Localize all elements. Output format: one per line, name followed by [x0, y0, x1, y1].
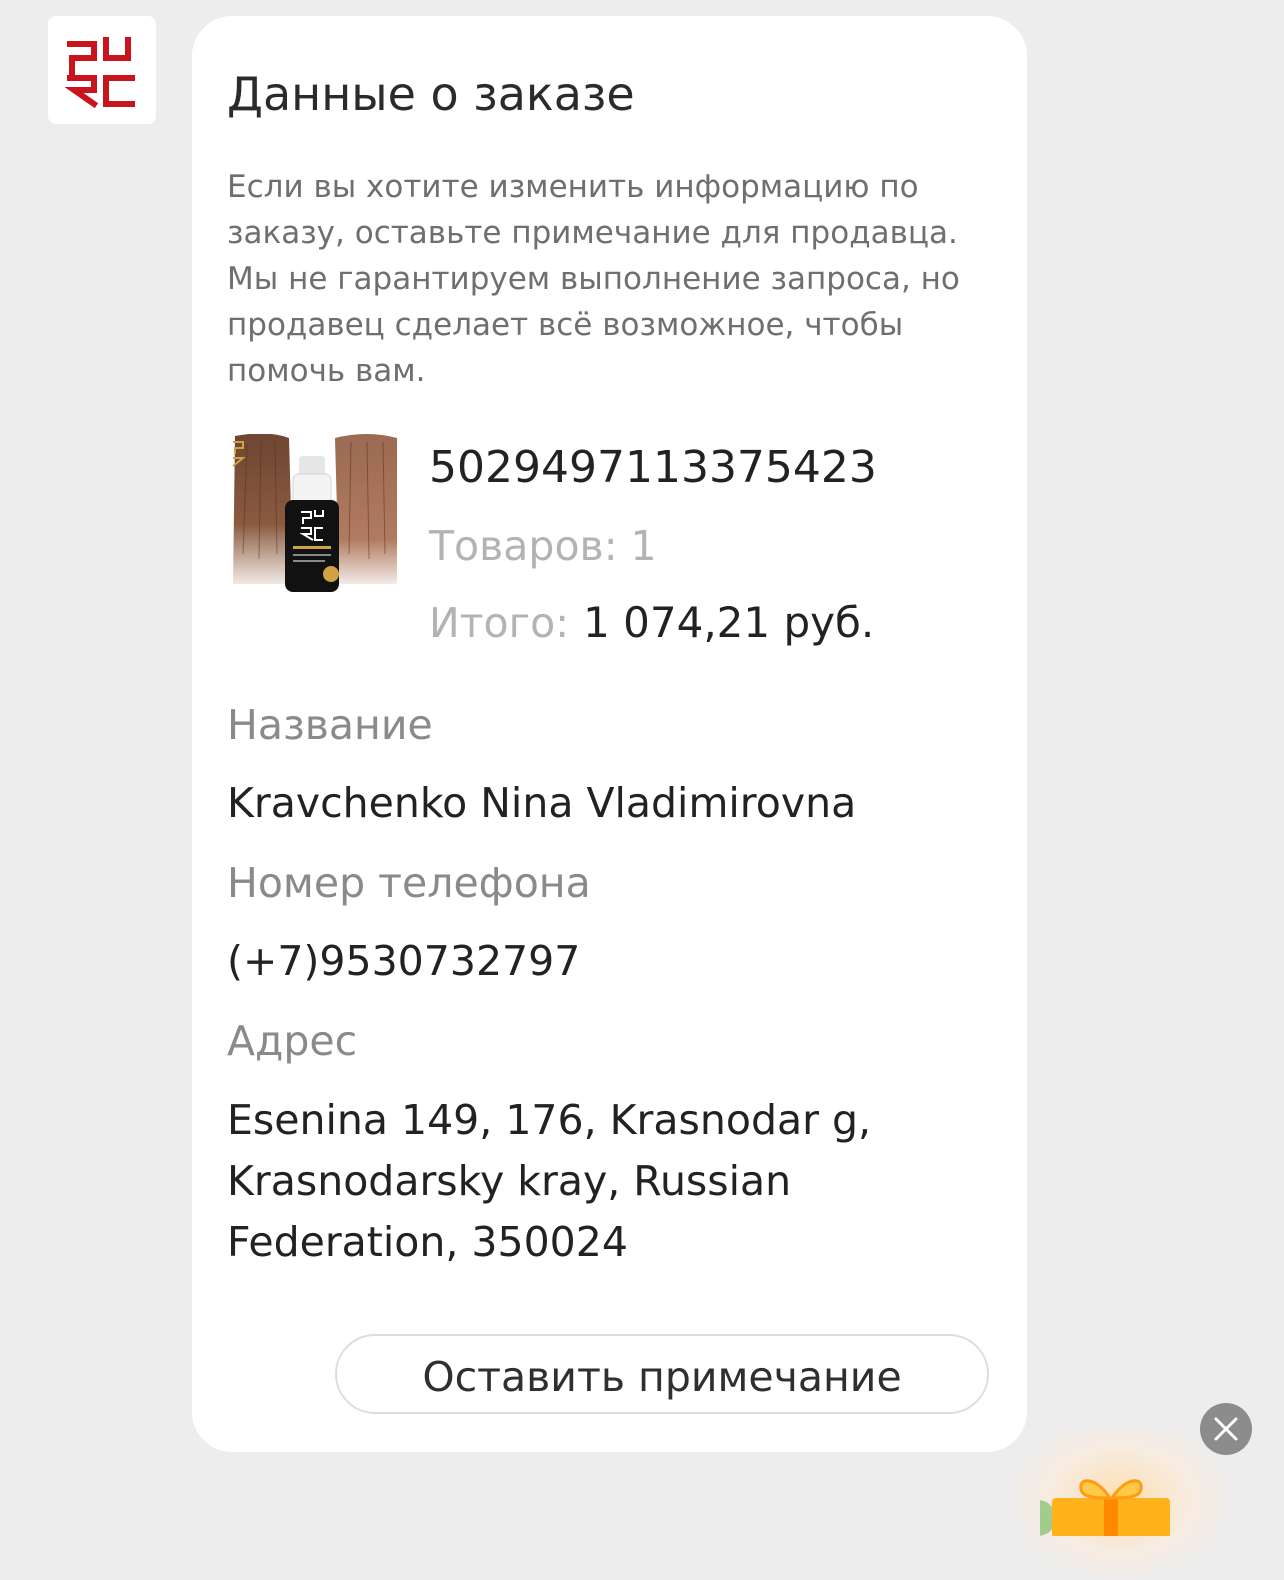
card-title: Данные о заказе: [227, 67, 635, 121]
leave-note-button[interactable]: Оставить примечание: [335, 1334, 989, 1414]
hair-serum-product-image: [227, 434, 397, 596]
gift-icon: [1040, 1479, 1170, 1536]
address-value: Esenina 149, 176, Krasnodar g, Krasnodar…: [227, 1096, 872, 1266]
phone-value: (+7)9530732797: [227, 937, 581, 985]
address-label: Адрес: [227, 1017, 358, 1065]
gift-promo-button[interactable]: [1040, 1468, 1180, 1536]
close-icon: [1214, 1417, 1238, 1441]
close-floating-button[interactable]: [1200, 1403, 1252, 1455]
items-count: Товаров: 1: [429, 522, 657, 570]
total-value: 1 074,21 руб.: [583, 598, 875, 647]
total-label: Итого:: [429, 599, 570, 647]
seller-avatar[interactable]: [48, 16, 156, 124]
name-value: Kravchenko Nina Vladimirovna: [227, 779, 857, 827]
product-thumbnail[interactable]: [227, 434, 397, 596]
order-number: 5029497113375423: [429, 442, 877, 493]
name-label: Название: [227, 701, 433, 749]
purc-logo-icon: [64, 37, 135, 109]
phone-label: Номер телефона: [227, 859, 591, 907]
total-row: Итого: 1 074,21 руб.: [429, 596, 874, 659]
order-details-card: Данные о заказе Если вы хотите изменить …: [192, 16, 1027, 1452]
card-description: Если вы хотите изменить информацию по за…: [227, 169, 960, 389]
